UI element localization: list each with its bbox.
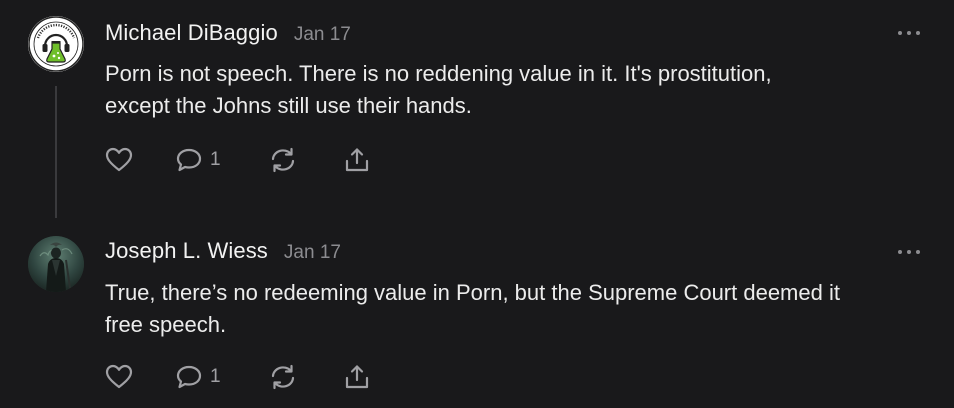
comment-text-line: True, there’s no redeeming value in Porn… xyxy=(105,280,840,305)
thread-line xyxy=(55,86,57,218)
comment-body: True, there’s no redeeming value in Porn… xyxy=(105,277,925,341)
like-button[interactable] xyxy=(105,147,175,173)
speech-bubble-icon xyxy=(176,148,202,172)
reply-button[interactable]: 1 xyxy=(175,364,269,390)
share-button[interactable] xyxy=(343,147,373,173)
restack-button[interactable] xyxy=(269,364,343,390)
restack-button[interactable] xyxy=(269,147,343,173)
author-row: Michael DiBaggio Jan 17 xyxy=(105,20,351,46)
comment-text-line: except the Johns still use their hands. xyxy=(105,93,472,118)
avatar[interactable] xyxy=(28,16,84,72)
comment: Joseph L. Wiess Jan 17 True, there’s no … xyxy=(0,220,954,408)
share-upload-icon xyxy=(345,365,369,389)
share-upload-icon xyxy=(345,148,369,172)
comment-body: Porn is not speech. There is no reddenin… xyxy=(105,58,925,122)
speech-bubble-icon xyxy=(176,365,202,389)
comment-date[interactable]: Jan 17 xyxy=(294,24,351,46)
refresh-arrows-icon xyxy=(271,364,295,390)
dark-figure-portrait-icon xyxy=(28,236,84,292)
more-dots-icon[interactable] xyxy=(898,249,920,255)
reply-button[interactable]: 1 xyxy=(175,147,269,173)
comment-text-line: free speech. xyxy=(105,312,227,337)
comment-actions: 1 xyxy=(105,145,373,175)
comment-actions: 1 xyxy=(105,362,373,392)
reply-count: 1 xyxy=(210,366,221,387)
author-name[interactable]: Joseph L. Wiess xyxy=(105,238,268,264)
heart-icon xyxy=(105,364,133,389)
like-button[interactable] xyxy=(105,364,175,390)
heart-icon xyxy=(105,147,133,172)
comment-text-line: Porn is not speech. There is no reddenin… xyxy=(105,61,772,86)
comment-date[interactable]: Jan 17 xyxy=(284,242,341,264)
comment: Michael DiBaggio Jan 17 Porn is not spee… xyxy=(0,0,954,220)
more-dots-icon[interactable] xyxy=(898,30,920,36)
lab-flask-headphones-logo-icon xyxy=(28,16,84,72)
author-row: Joseph L. Wiess Jan 17 xyxy=(105,238,341,264)
reply-count: 1 xyxy=(210,149,221,170)
share-button[interactable] xyxy=(343,364,373,390)
refresh-arrows-icon xyxy=(271,147,295,173)
avatar[interactable] xyxy=(28,236,84,292)
comment-thread: Michael DiBaggio Jan 17 Porn is not spee… xyxy=(0,0,954,408)
author-name[interactable]: Michael DiBaggio xyxy=(105,20,278,46)
